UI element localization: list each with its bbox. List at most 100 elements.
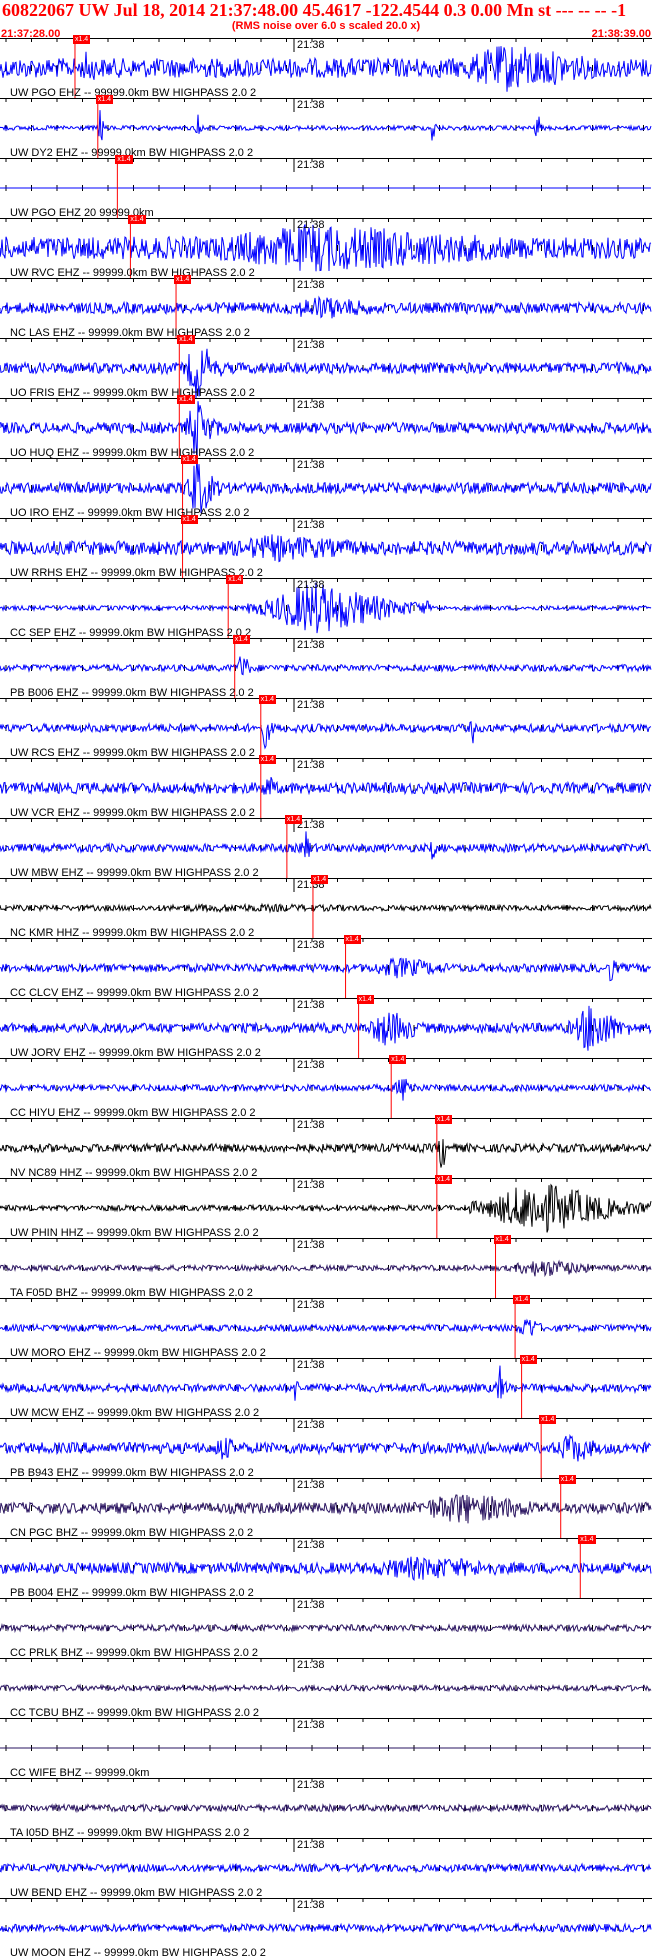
trace-row: 21:38 UW PGO EHZ 20 99999.0km x1.4 [0,155,652,219]
pick-marker: x1.4 [226,575,244,584]
time-label: 21:38 [297,1179,325,1191]
trace-row: 21:38 UW MORO EHZ -- 99999.0km BW HIGHPAS… [0,1295,652,1359]
waveform [0,224,652,272]
pick-marker: x1.4 [180,455,198,464]
time-label: 21:38 [297,1719,325,1731]
pick-marker: x1.4 [434,1115,453,1124]
waveform [0,1922,652,1934]
pick-marker: x1.4 [519,1355,537,1364]
trace-row: 21:38 PB B004 EHZ -- 99999.0km BW HIGHPAS… [0,1535,652,1599]
time-label: 21:38 [297,1599,325,1611]
trace-row: 21:38 UW BEND EHZ -- 99999.0km BW HIGHPAS… [0,1838,652,1899]
time-label: 21:38 [297,459,325,471]
time-label: 21:38 [297,99,325,111]
time-label: 21:38 [297,1659,325,1671]
time-label: 21:38 [297,1419,325,1431]
waveform [0,957,651,982]
trace-row: 21:38 UO IRO EHZ -- 99999.0km BW HIGHPASS… [0,455,652,519]
time-label: 21:38 [297,219,325,231]
time-label: 21:38 [297,1539,325,1551]
trace-row: 21:38 TA F05D BHZ -- 99999.0km BW HIGHPAS… [0,1235,652,1299]
time-label: 21:38 [297,339,325,351]
trace-row: 21:38 UO FRIS EHZ -- 99999.0km BW HIGHPAS… [0,335,652,399]
time-label: 21:38 [297,519,325,531]
pick-marker: x1.4 [128,215,146,224]
trace-row: 21:38 UW VCR EHZ -- 99999.0km BW HIGHPASS… [0,755,652,819]
trace-row: 21:38 CC PRLK BHZ -- 99999.0km BW HIGHPAS… [0,1598,652,1659]
time-label: 21:38 [297,1299,325,1311]
trace-row: 21:38 UW MCW EHZ -- 99999.0km BW HIGHPASS… [0,1355,652,1419]
trace-row: 21:38 NC KMR HHZ -- 99999.0km BW HIGHPASS… [0,875,652,939]
waveform [0,1802,652,1814]
trace-row: 21:38 CC HIYU EHZ -- 99999.0km BW HIGHPAS… [0,1055,652,1119]
pick-marker: x1.4 [180,515,198,524]
pick-marker: x1.4 [177,335,195,344]
trace-row: 21:38 CC TCBU BHZ -- 99999.0km BW HIGHPAS… [0,1658,652,1719]
pick-marker: x1.4 [493,1235,511,1244]
time-label: 21:38 [297,39,325,51]
trace-row: 21:38 NV NC89 HHZ -- 99999.0km BW HIGHPAS… [0,1115,652,1179]
pick-marker: x1.4 [232,635,250,644]
trace-row: 21:38 PB B943 EHZ -- 99999.0km BW HIGHPAS… [0,1415,652,1479]
waveform [0,1005,652,1051]
waveform [0,46,652,92]
trace-row: 21:38 UW MOON EHZ -- 99999.0km BW HIGHPAS… [0,1898,652,1959]
time-label: 21:38 [297,1779,325,1791]
pick-marker: x1.4 [95,95,114,104]
pick-marker: x1.4 [72,35,91,44]
seismogram-traces: 21:38 UW PGO EHZ -- 99999.0km BW HIGHPASS… [0,35,652,1959]
waveform [0,1259,652,1278]
pick-marker: x1.4 [284,815,303,824]
station-label: UW MOON EHZ -- 99999.0km BW HIGHPASS 2.0… [10,1947,266,1959]
time-label: 21:38 [297,1239,325,1251]
header: 60822067 UW Jul 18, 2014 21:37:48.00 45.… [0,0,652,40]
waveform [0,1183,652,1233]
pick-marker: x1.4 [174,275,192,284]
pick-marker: x1.4 [177,395,195,404]
trace-row: 21:38 UW JORV EHZ -- 99999.0km BW HIGHPAS… [0,995,652,1059]
waveform [0,1683,652,1693]
trace-row: 21:38 UW DY2 EHZ -- 99999.0km BW HIGHPASS… [0,95,652,159]
trace-row: 21:38 CC WIFE BHZ -- 99999.0km [0,1718,652,1779]
waveform [0,656,652,676]
waveform [0,582,652,634]
event-title: 60822067 UW Jul 18, 2014 21:37:48.00 45.… [2,0,627,20]
waveform [0,1365,652,1401]
time-label: 21:38 [297,699,325,711]
pick-marker: x1.4 [258,695,277,704]
time-label: 21:38 [297,579,325,591]
waveform [0,831,651,860]
trace-row: 21:38 TA I05D BHZ -- 99999.0km BW HIGHPAS… [0,1778,652,1839]
waveform [0,1622,652,1634]
time-label: 21:38 [297,1899,325,1911]
trace-row: 21:38 CN PGC BHZ -- 99999.0km BW HIGHPASS… [0,1475,652,1539]
pick-marker: x1.4 [389,1055,407,1064]
time-label: 21:38 [297,399,325,411]
waveform [0,1318,652,1336]
time-label: 21:38 [297,639,325,651]
trace-row: 21:38 UW PGO EHZ -- 99999.0km BW HIGHPASS… [0,35,652,99]
trace-row: 21:38 UW RCS EHZ -- 99999.0km BW HIGHPASS… [0,695,652,759]
waveform [0,902,652,914]
pick-marker: x1.4 [310,875,329,884]
trace-row: 21:38 UW RRHS EHZ -- 99999.0km BW HIGHPAS… [0,515,652,579]
time-label: 21:38 [297,999,325,1011]
waveform [0,1862,652,1874]
waveform [0,1556,652,1581]
time-label: 21:38 [297,1839,325,1851]
waveform [0,1494,652,1524]
trace-row: 21:38 UW MBW EHZ -- 99999.0km BW HIGHPASS… [0,815,652,879]
time-label: 21:38 [297,1479,325,1491]
time-label: 21:38 [297,1059,325,1071]
time-label: 21:38 [297,759,325,771]
waveform [0,1139,652,1168]
waveform [0,777,652,796]
noise-subtitle: (RMS noise over 6.0 s scaled 20.0 x) [231,20,421,32]
trace-row: 21:38 NC LAS EHZ -- 99999.0km BW HIGHPASS… [0,275,652,339]
pick-marker: x1.4 [513,1295,531,1304]
waveform [0,720,652,750]
pick-marker: x1.4 [578,1535,596,1544]
trace-row: 21:38 PB B006 EHZ -- 99999.0km BW HIGHPAS… [0,635,652,699]
trace-row: 21:38 CC CLCV EHZ -- 99999.0km BW HIGHPAS… [0,935,652,999]
time-label: 21:38 [297,1119,325,1131]
